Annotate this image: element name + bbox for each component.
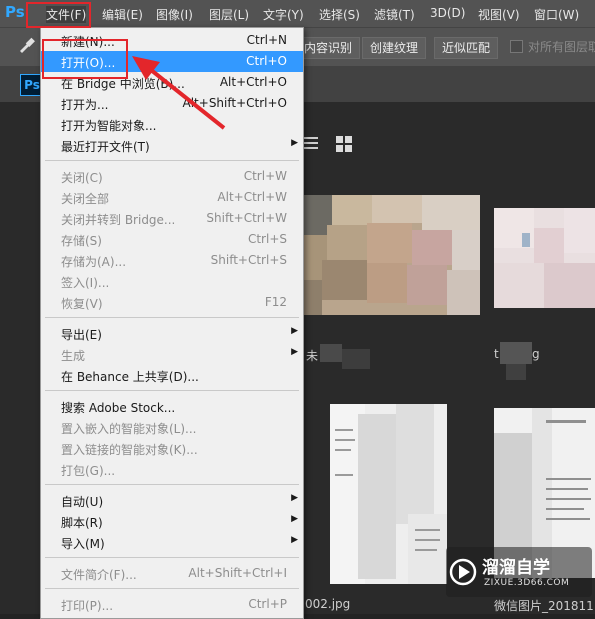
thumbnail-caption: t — [494, 347, 499, 361]
menu-item-label: 在 Behance 上共享(D)... — [61, 370, 199, 384]
menu-item-label: 签入(I)... — [61, 276, 110, 290]
menu-item: 置入嵌入的智能对象(L)... — [41, 417, 303, 438]
menu-item: 关闭全部 Alt+Ctrl+W — [41, 187, 303, 208]
submenu-arrow-icon: ▶ — [291, 493, 298, 503]
submenu-arrow-icon: ▶ — [291, 326, 298, 336]
sample-all-layers-label: 对所有图层取 — [528, 40, 595, 54]
menu-item-label: 关闭全部 — [61, 192, 110, 206]
menu-item: 签入(I)... — [41, 271, 303, 292]
menu-item[interactable]: 导出(E) ▶ — [41, 323, 303, 344]
menu-select[interactable]: 选择(S) — [319, 6, 360, 23]
submenu-arrow-icon: ▶ — [291, 347, 298, 357]
menu-item[interactable]: 导入(M) ▶ — [41, 532, 303, 553]
grid-view-icon[interactable] — [336, 136, 352, 156]
menu-item-label: 关闭并转到 Bridge... — [61, 213, 176, 227]
menu-item-label: 文件简介(F)... — [61, 568, 137, 582]
recent-file-thumbnail[interactable] — [494, 208, 595, 308]
menu-item-shortcut: Shift+Ctrl+S — [210, 253, 287, 267]
content-aware-button[interactable]: 内容识别 — [296, 37, 361, 59]
menu-item-label: 打开为... — [61, 98, 109, 112]
menu-edit[interactable]: 编辑(E) — [102, 6, 143, 23]
thumbnail-caption: g — [532, 347, 540, 361]
menu-window[interactable]: 窗口(W) — [534, 6, 579, 23]
menu-item-label: 打印(P)... — [61, 599, 114, 613]
menu-item: 文件简介(F)... Alt+Shift+Ctrl+I — [41, 563, 303, 584]
menu-item: 关闭(C) Ctrl+W — [41, 166, 303, 187]
watermark-logo: 溜溜自学 ZIXUE.3D66.COM — [446, 547, 592, 597]
menu-item[interactable]: 在 Behance 上共享(D)... — [41, 365, 303, 386]
menu-item-label: 恢复(V) — [61, 297, 103, 311]
menu-item-label: 置入链接的智能对象(K)... — [61, 443, 198, 457]
menu-item[interactable]: 自动(U) ▶ — [41, 490, 303, 511]
menu-type[interactable]: 文字(Y) — [263, 6, 304, 23]
menu-item-label: 关闭(C) — [61, 171, 103, 185]
menu-item-shortcut: Alt+Shift+Ctrl+I — [188, 566, 287, 580]
menu-separator — [45, 484, 299, 485]
menu-item[interactable]: 搜索 Adobe Stock... — [41, 396, 303, 417]
menu-separator — [45, 557, 299, 558]
open-item-annotation-box — [42, 39, 128, 79]
annotation-arrow-icon — [132, 56, 226, 130]
menu-item-label: 自动(U) — [61, 495, 104, 509]
thumbnail-caption: 002.jpg — [305, 597, 351, 611]
list-view-icon[interactable] — [302, 136, 318, 154]
menu-item-label: 存储为(A)... — [61, 255, 127, 269]
menu-item-label: 搜索 Adobe Stock... — [61, 401, 176, 415]
menu-item-shortcut: Ctrl+S — [247, 232, 287, 246]
menu-item-shortcut: Ctrl+O — [246, 54, 287, 68]
sample-all-layers-checkbox[interactable] — [510, 40, 523, 53]
menu-item: 置入链接的智能对象(K)... — [41, 438, 303, 459]
menu-item: 打印一份(Y)Alt+Shift+Ctrl+P — [41, 615, 303, 618]
photoshop-logo: Ps — [5, 3, 25, 21]
watermark-title: 溜溜自学 — [482, 558, 550, 578]
blurred-caption-block — [320, 344, 370, 374]
menu-filter[interactable]: 滤镜(T) — [374, 6, 415, 23]
thumbnail-caption: 微信图片_2018111 — [494, 599, 595, 613]
menu-separator — [45, 317, 299, 318]
blurred-caption-block — [500, 342, 532, 380]
menu-item-shortcut: Ctrl+W — [243, 169, 287, 183]
menu-item: 存储为(A)... Shift+Ctrl+S — [41, 250, 303, 271]
menu-item: 关闭并转到 Bridge... Shift+Ctrl+W — [41, 208, 303, 229]
submenu-arrow-icon: ▶ — [291, 535, 298, 545]
proximity-match-button[interactable]: 近似匹配 — [434, 37, 499, 59]
menu-view[interactable]: 视图(V) — [478, 6, 520, 23]
file-menu-annotation-box — [26, 2, 91, 28]
brush-tool-icon[interactable] — [18, 36, 38, 56]
menu-item-label: 置入嵌入的智能对象(L)... — [61, 422, 197, 436]
menu-item: 存储(S) Ctrl+S — [41, 229, 303, 250]
menu-item-label: 导出(E) — [61, 328, 102, 342]
menu-item-shortcut: Ctrl+P — [248, 597, 287, 611]
menu-item-shortcut: Shift+Ctrl+W — [206, 211, 287, 225]
menu-item-shortcut: F12 — [264, 295, 287, 309]
menu-separator — [45, 390, 299, 391]
menu-image[interactable]: 图像(I) — [156, 6, 193, 23]
menu-item[interactable]: 脚本(R) ▶ — [41, 511, 303, 532]
menu-3d[interactable]: 3D(D) — [430, 6, 465, 20]
menu-item-label: 导入(M) — [61, 537, 105, 551]
submenu-arrow-icon: ▶ — [291, 514, 298, 524]
menu-layer[interactable]: 图层(L) — [209, 6, 249, 23]
thumbnail-caption: 未 — [306, 349, 319, 363]
menu-item: 恢复(V) F12 — [41, 292, 303, 313]
recent-file-thumbnail[interactable] — [330, 404, 447, 584]
menu-item-shortcut: Ctrl+N — [246, 33, 287, 47]
menu-item: 打包(G)... — [41, 459, 303, 480]
create-texture-button[interactable]: 创建纹理 — [362, 37, 427, 59]
menu-separator — [45, 160, 299, 161]
recent-file-thumbnail[interactable] — [302, 195, 480, 315]
menu-separator — [45, 588, 299, 589]
menu-item: 打印(P)... Ctrl+P — [41, 594, 303, 615]
menu-item-label: 脚本(R) — [61, 516, 103, 530]
menu-item-label: 存储(S) — [61, 234, 102, 248]
submenu-arrow-icon: ▶ — [291, 138, 298, 148]
watermark-url: ZIXUE.3D66.COM — [484, 578, 570, 588]
menu-item: 生成 ▶ — [41, 344, 303, 365]
menu-item-shortcut: Alt+Ctrl+W — [217, 190, 287, 204]
menu-item-label: 打包(G)... — [61, 464, 116, 478]
menu-item-label: 生成 — [61, 349, 86, 363]
